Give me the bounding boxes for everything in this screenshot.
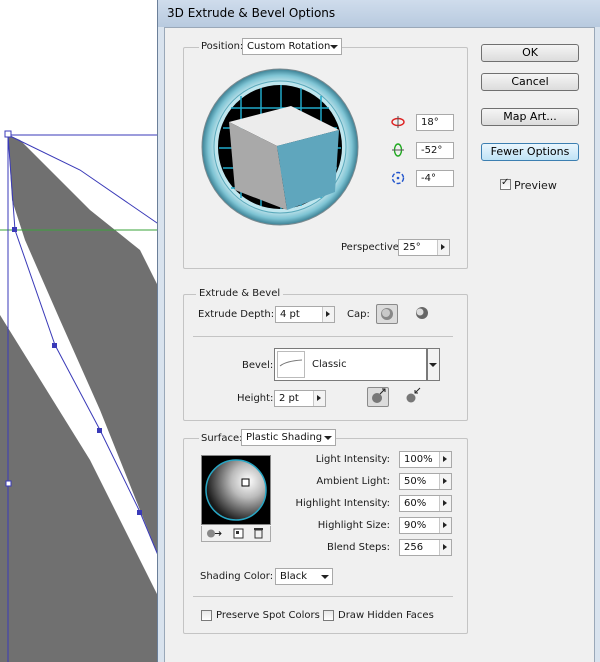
surface-label: Surface: [199, 433, 245, 444]
chevron-down-icon [318, 569, 332, 584]
fewer-options-button[interactable]: Fewer Options [481, 143, 579, 161]
cap-off-button[interactable] [412, 304, 434, 324]
bevel-preview-swatch [277, 351, 305, 378]
preview-label: Preview [514, 179, 557, 192]
map-art-button[interactable]: Map Art... [481, 108, 579, 126]
chevron-down-icon [321, 430, 335, 445]
chevron-right-icon[interactable] [439, 474, 451, 489]
blend-steps-input[interactable]: 256 [399, 539, 452, 556]
ambient-light-input[interactable]: 50% [399, 473, 452, 490]
shading-color-dropdown[interactable]: Black [275, 568, 333, 585]
preserve-spot-colors-label: Preserve Spot Colors [216, 610, 320, 621]
artwork-canvas[interactable] [0, 0, 170, 662]
lighting-sphere[interactable] [202, 456, 270, 524]
bevel-in-icon [406, 387, 421, 403]
draw-hidden-faces-checkbox[interactable] [323, 610, 334, 621]
anchor-point[interactable] [5, 480, 12, 487]
ambient-light-label: Ambient Light: [316, 476, 390, 487]
bevel-value: Classic [312, 359, 347, 370]
chevron-right-icon[interactable] [439, 452, 451, 467]
position-label: Position: [199, 41, 246, 52]
preserve-spot-colors-checkbox[interactable] [201, 610, 212, 621]
bevel-dropdown-toggle[interactable] [427, 348, 440, 381]
height-label: Height: [237, 393, 274, 404]
shading-color-label: Shading Color: [200, 571, 274, 582]
position-dropdown[interactable]: Custom Rotation [242, 38, 342, 55]
preview-checkbox[interactable] [500, 177, 511, 190]
anchor-point[interactable] [52, 343, 57, 348]
new-light-icon[interactable] [233, 528, 244, 539]
chevron-right-icon[interactable] [437, 240, 449, 255]
shading-color-value: Black [280, 571, 308, 582]
dialog-title: 3D Extrude & Bevel Options [167, 6, 336, 20]
surface-dropdown[interactable]: Plastic Shading [241, 429, 336, 446]
rotation-z-input[interactable]: -4° [416, 170, 454, 187]
bevel-out-icon [372, 388, 386, 403]
extrude-depth-label: Extrude Depth: [198, 309, 275, 320]
bevel-dropdown[interactable]: Classic [274, 348, 440, 381]
rotate-x-axis-icon [391, 116, 405, 128]
chevron-down-icon [426, 357, 440, 372]
cap-on-button[interactable] [376, 304, 398, 324]
lighting-preview[interactable] [201, 455, 271, 525]
chevron-right-icon[interactable] [439, 540, 451, 555]
highlight-size-label: Highlight Size: [317, 520, 390, 531]
rotate-y-axis-icon [392, 143, 404, 157]
light-intensity-label: Light Intensity: [315, 454, 390, 465]
move-light-back-icon[interactable] [206, 528, 222, 539]
anchor-point[interactable] [4, 130, 12, 138]
perspective-input[interactable]: 25° [398, 239, 450, 256]
divider [193, 336, 453, 337]
rotation-x-input[interactable]: 18° [416, 114, 454, 131]
position-value: Custom Rotation [247, 41, 331, 52]
anchor-point[interactable] [12, 227, 17, 232]
lighting-toolbar [201, 526, 271, 542]
height-input[interactable]: 2 pt [274, 390, 326, 407]
anchor-point[interactable] [137, 510, 142, 515]
bevel-profile-icon [279, 359, 303, 367]
dialog-client-area: OK Cancel Map Art... Fewer Options Previ… [164, 27, 595, 662]
rotation-track-cube[interactable] [201, 68, 359, 226]
extrude-bevel-dialog: 3D Extrude & Bevel Options OK Cancel Map… [157, 0, 600, 662]
light-intensity-input[interactable]: 100% [399, 451, 452, 468]
cancel-button[interactable]: Cancel [481, 73, 579, 91]
rotate-z-axis-icon [391, 171, 405, 185]
chevron-right-icon[interactable] [439, 518, 451, 533]
bevel-label: Bevel: [242, 360, 274, 371]
draw-hidden-faces-label: Draw Hidden Faces [338, 610, 434, 621]
anchor-point[interactable] [97, 428, 102, 433]
delete-light-icon[interactable] [253, 527, 264, 539]
divider [193, 596, 453, 597]
chevron-right-icon[interactable] [439, 496, 451, 511]
cap-off-icon [416, 307, 428, 319]
highlight-size-input[interactable]: 90% [399, 517, 452, 534]
chevron-right-icon[interactable] [313, 391, 325, 406]
cap-on-icon [381, 308, 393, 320]
chevron-right-icon[interactable] [322, 307, 334, 322]
highlight-intensity-label: Highlight Intensity: [295, 498, 391, 509]
light-source-handle[interactable] [241, 478, 250, 487]
surface-value: Plastic Shading [246, 432, 323, 443]
rotation-y-input[interactable]: -52° [416, 142, 454, 159]
chevron-down-icon [327, 39, 341, 54]
cap-label: Cap: [347, 309, 370, 320]
perspective-label: Perspective: [341, 242, 403, 253]
highlight-intensity-input[interactable]: 60% [399, 495, 452, 512]
extrude-depth-input[interactable]: 4 pt [275, 306, 335, 323]
dialog-titlebar[interactable]: 3D Extrude & Bevel Options [158, 0, 600, 27]
bevel-extent-in-button[interactable] [403, 387, 425, 407]
ok-button[interactable]: OK [481, 44, 579, 62]
blend-steps-label: Blend Steps: [326, 542, 390, 553]
extrude-bevel-section-label: Extrude & Bevel [196, 288, 284, 299]
bevel-extent-out-button[interactable] [367, 387, 389, 407]
